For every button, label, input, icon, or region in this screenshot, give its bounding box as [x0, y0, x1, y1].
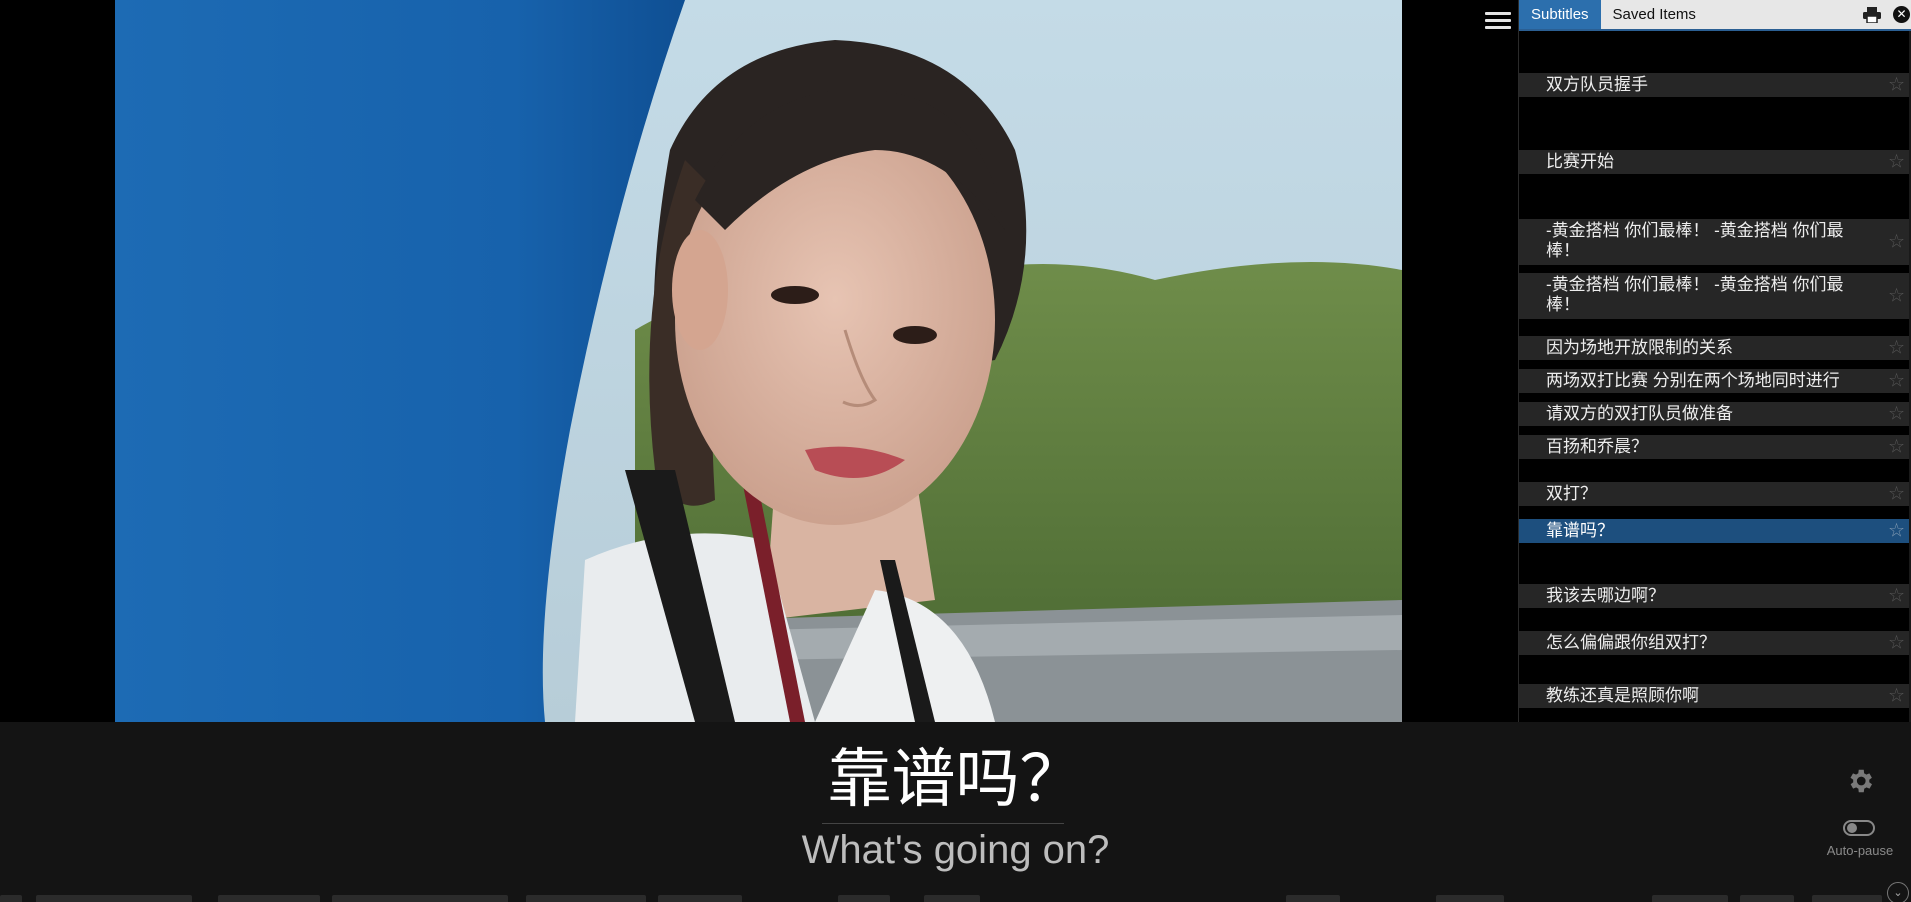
tab-saved-items[interactable]: Saved Items: [1601, 0, 1708, 29]
subtitle-row[interactable]: 两场双打比赛 分别在两个场地同时进行 ☆: [1519, 369, 1909, 393]
subtitle-row[interactable]: 因为场地开放限制的关系 ☆: [1519, 336, 1909, 360]
subtitle-row[interactable]: 教练还真是照顾你啊 ☆: [1519, 684, 1909, 708]
subtitle-row-text: 我该去哪边啊？: [1546, 586, 1665, 605]
tab-subtitles[interactable]: Subtitles: [1519, 0, 1601, 29]
star-icon[interactable]: ☆: [1888, 405, 1905, 424]
star-icon[interactable]: ☆: [1888, 339, 1905, 358]
subtitle-row[interactable]: 双方队员握手 ☆: [1519, 73, 1909, 97]
subtitle-row[interactable]: 双打？ ☆: [1519, 482, 1909, 506]
subtitle-row[interactable]: 我该去哪边啊？ ☆: [1519, 584, 1909, 608]
print-icon[interactable]: [1863, 6, 1881, 24]
subtitle-row-text: 比赛开始: [1546, 152, 1614, 171]
edge-strip: [332, 895, 508, 902]
video-player[interactable]: [115, 0, 1402, 722]
panel-tab-bar: Subtitles Saved Items ✕: [1519, 0, 1911, 31]
subtitle-row-text: 因为场地开放限制的关系: [1546, 338, 1733, 357]
close-icon[interactable]: ✕: [1893, 6, 1910, 23]
subtitle-row[interactable]: 怎么偏偏跟你组双打？ ☆: [1519, 631, 1909, 655]
subtitle-row[interactable]: 比赛开始 ☆: [1519, 150, 1909, 174]
star-icon[interactable]: ☆: [1888, 522, 1905, 541]
subtitle-row-text: 百扬和乔晨？: [1546, 437, 1648, 456]
star-icon[interactable]: ☆: [1888, 287, 1905, 306]
edge-strip: [658, 895, 742, 902]
edge-strip: [1812, 895, 1882, 902]
autopause-label: Auto-pause: [1826, 843, 1894, 858]
star-icon[interactable]: ☆: [1888, 634, 1905, 653]
chevron-down-icon[interactable]: ⌄: [1887, 882, 1909, 902]
toggle-knob: [1847, 823, 1857, 833]
star-icon[interactable]: ☆: [1888, 233, 1905, 252]
subtitle-row-text: 双方队员握手: [1546, 75, 1648, 94]
edge-strip: [838, 895, 890, 902]
subtitle-row-text: -黄金搭档 你们最棒！ -黄金搭档 你们最棒！: [1546, 275, 1844, 314]
subtitle-row-text: 怎么偏偏跟你组双打？: [1546, 633, 1716, 652]
subtitle-row-text: 双打？: [1546, 484, 1597, 503]
edge-strip: [924, 895, 980, 902]
app-root: Subtitles Saved Items ✕ 双方队员握手 ☆ 比赛开始 ☆ -黄金搭…: [0, 0, 1911, 902]
current-subtitle-primary[interactable]: 靠谱吗？: [0, 740, 1911, 820]
video-frame-image: [115, 0, 1402, 722]
subtitle-row[interactable]: -黄金搭档 你们最棒！ -黄金搭档 你们最棒！ ☆: [1519, 219, 1909, 265]
subtitle-row[interactable]: 靠谱吗？ ☆: [1519, 519, 1909, 543]
edge-strip: [36, 895, 192, 902]
star-icon[interactable]: ☆: [1888, 587, 1905, 606]
menu-button[interactable]: [1485, 12, 1511, 34]
subtitle-row-text: -黄金搭档 你们最棒！ -黄金搭档 你们最棒！: [1546, 221, 1844, 260]
star-icon[interactable]: ☆: [1888, 438, 1905, 457]
autopause-toggle[interactable]: [1843, 820, 1875, 836]
subtitle-panel: Subtitles Saved Items ✕ 双方队员握手 ☆ 比赛开始 ☆ -黄金搭…: [1518, 0, 1911, 722]
star-icon[interactable]: ☆: [1888, 153, 1905, 172]
star-icon[interactable]: ☆: [1888, 687, 1905, 706]
gear-icon[interactable]: [1845, 766, 1875, 796]
star-icon[interactable]: ☆: [1888, 76, 1905, 95]
subtitle-row[interactable]: 百扬和乔晨？ ☆: [1519, 435, 1909, 459]
current-subtitle-secondary[interactable]: What's going on?: [0, 826, 1911, 874]
star-icon[interactable]: ☆: [1888, 372, 1905, 391]
subtitle-row-text: 两场双打比赛 分别在两个场地同时进行: [1546, 371, 1840, 390]
edge-strip: [218, 895, 320, 902]
subtitle-divider: [822, 823, 1064, 824]
panel-actions: ✕: [1863, 0, 1910, 29]
edge-strip: [1740, 895, 1794, 902]
subtitle-row-text: 请双方的双打队员做准备: [1546, 404, 1733, 423]
edge-strip: [0, 895, 22, 902]
subtitle-row[interactable]: -黄金搭档 你们最棒！ -黄金搭档 你们最棒！ ☆: [1519, 273, 1909, 319]
subtitle-row[interactable]: 请双方的双打队员做准备 ☆: [1519, 402, 1909, 426]
star-icon[interactable]: ☆: [1888, 485, 1905, 504]
subtitle-list: 双方队员握手 ☆ 比赛开始 ☆ -黄金搭档 你们最棒！ -黄金搭档 你们最棒！ ☆ -黄金搭…: [1519, 31, 1911, 722]
subtitle-row-text: 教练还真是照顾你啊: [1546, 686, 1699, 705]
edge-strip: [1436, 895, 1504, 902]
edge-strip: [526, 895, 646, 902]
edge-strip: [1286, 895, 1340, 902]
edge-strip: [1652, 895, 1728, 902]
hamburger-icon: [1485, 12, 1511, 29]
subtitle-row-text: 靠谱吗？: [1546, 521, 1614, 540]
